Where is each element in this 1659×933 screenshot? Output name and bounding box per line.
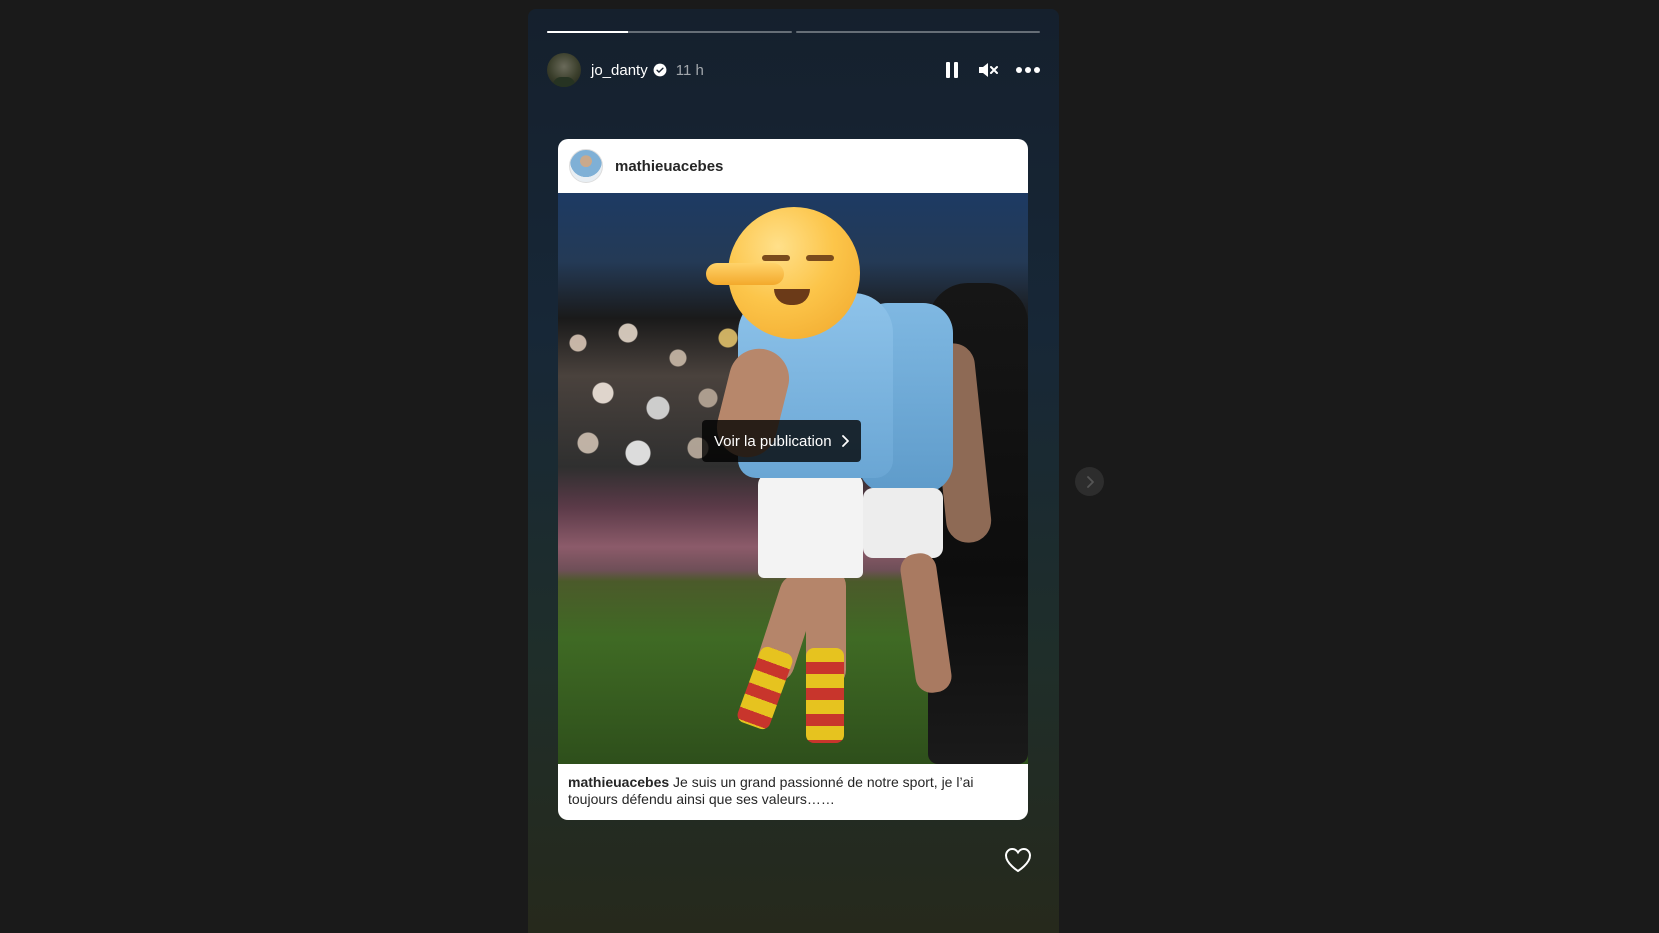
verified-badge-icon xyxy=(653,63,667,77)
player-sock xyxy=(806,648,844,743)
story-viewer: jo_danty 11 h mathieuacebes Voir la publ… xyxy=(528,9,1059,933)
story-header: jo_danty 11 h xyxy=(547,51,1040,89)
progress-segment xyxy=(795,31,1040,33)
view-post-label: Voir la publication xyxy=(714,432,832,450)
player-sock xyxy=(735,644,795,732)
pause-icon[interactable] xyxy=(944,61,960,79)
story-controls xyxy=(944,61,1040,79)
chevron-right-icon xyxy=(1086,475,1094,488)
author-avatar[interactable] xyxy=(547,53,581,87)
chevron-right-icon xyxy=(841,435,849,447)
shared-post-header: mathieuacebes xyxy=(558,139,1028,193)
emoji-nose xyxy=(706,263,784,285)
progress-segment xyxy=(547,31,792,33)
post-time: 11 h xyxy=(675,61,704,79)
shared-post-card[interactable]: mathieuacebes Voir la publication mathie… xyxy=(558,139,1028,820)
next-story-button[interactable] xyxy=(1075,467,1104,496)
author-username[interactable]: jo_danty xyxy=(591,62,648,79)
view-post-button[interactable]: Voir la publication xyxy=(702,420,861,462)
shared-post-caption: mathieuacebes Je suis un grand passionné… xyxy=(558,764,1028,818)
story-progress xyxy=(547,31,1040,33)
heart-icon[interactable] xyxy=(1004,847,1032,873)
shared-post-username[interactable]: mathieuacebes xyxy=(615,158,723,175)
more-horizontal-icon[interactable] xyxy=(1016,66,1040,74)
shared-post-avatar[interactable] xyxy=(569,149,603,183)
shared-post-photo[interactable]: Voir la publication xyxy=(558,193,1028,764)
progress-fill xyxy=(547,31,628,33)
caption-username: mathieuacebes xyxy=(568,774,670,790)
player-shorts-2 xyxy=(863,488,943,558)
speaker-muted-icon[interactable] xyxy=(978,61,998,79)
player-shorts xyxy=(758,473,863,578)
